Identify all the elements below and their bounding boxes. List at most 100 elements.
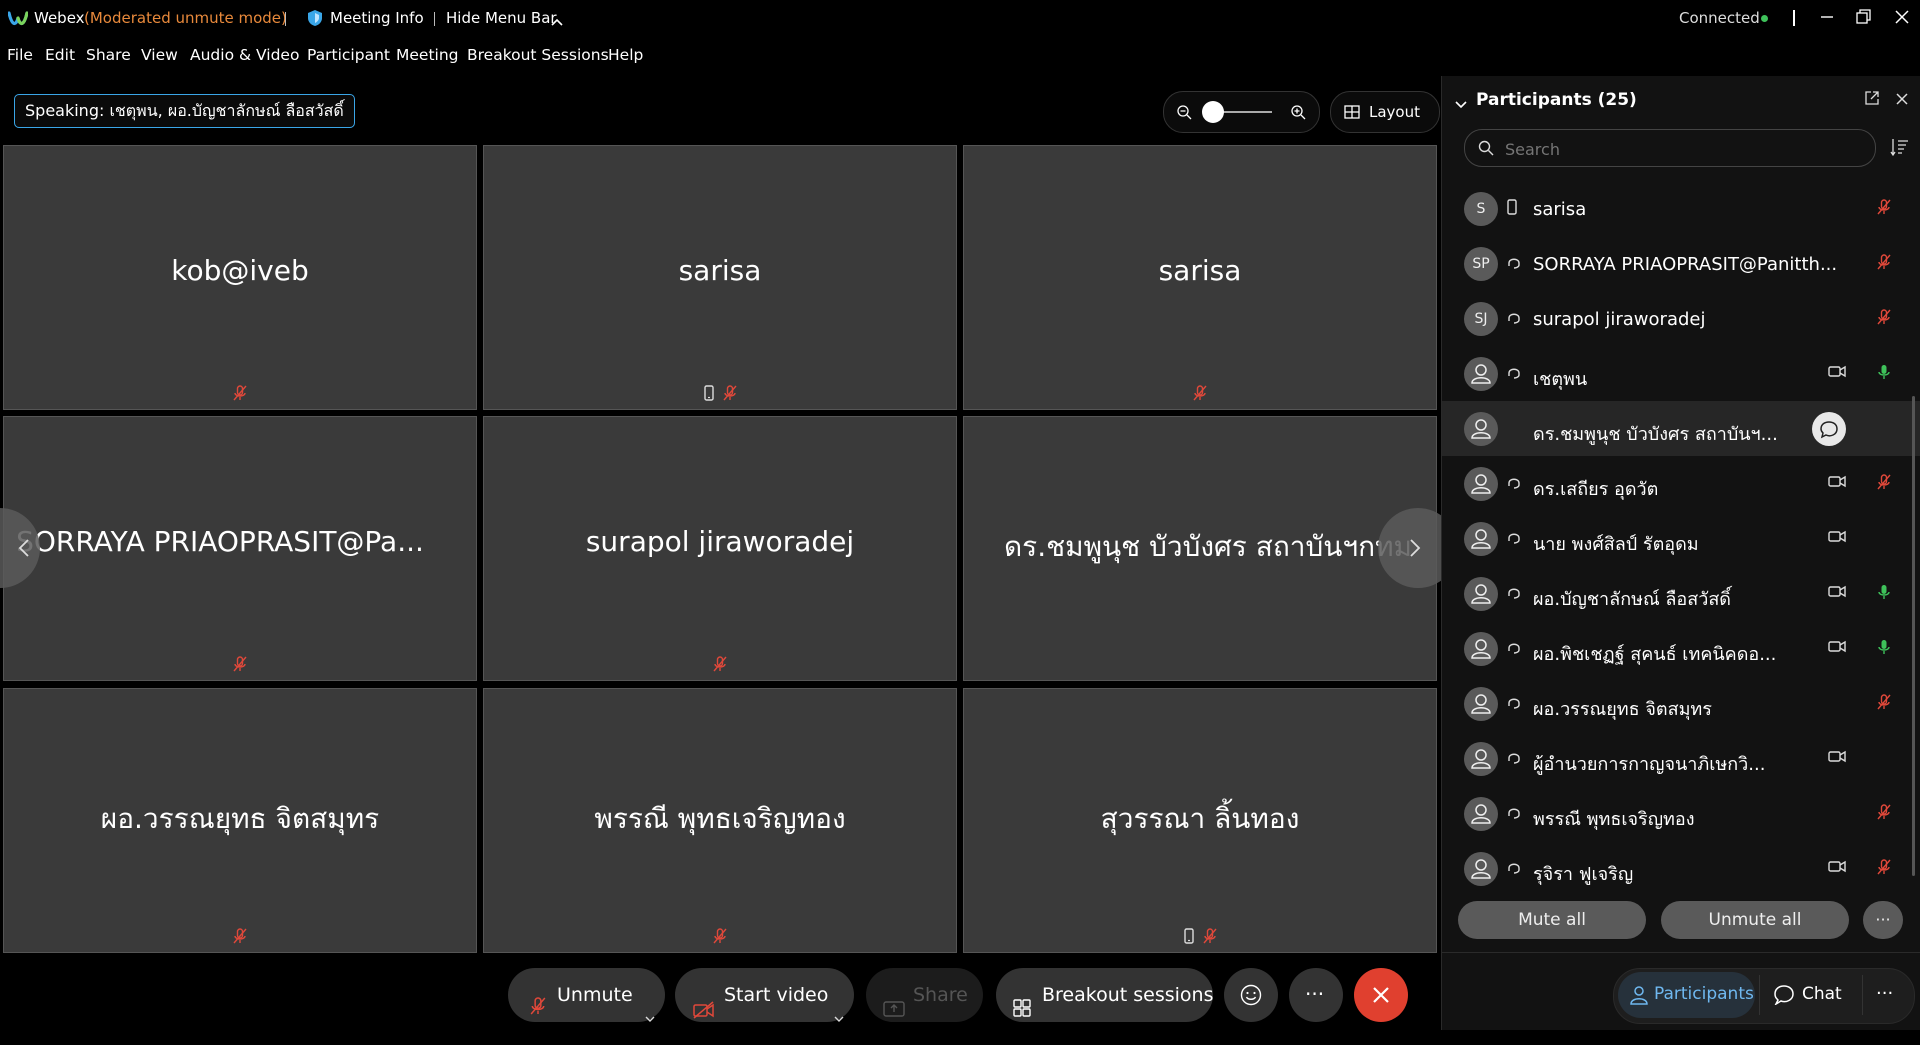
participant-name: ผอ.วรรณยุทธ จิตสมุทร [1533,699,1712,720]
start-video-label: Start video [724,984,829,1006]
shield-icon [307,9,323,31]
headset-audio-icon [1506,364,1522,384]
breakout-sessions-button[interactable]: Breakout sessions [996,968,1213,1022]
participant-row[interactable]: ดร.ชมพูนุช บัวบังศร สถาบันฯ... [1442,401,1920,456]
participants-panel: Participants (25) S sarisa SP SORRAYA PR… [1441,76,1920,1030]
connection-status: Connected [1679,9,1760,27]
mic-muted-icon[interactable] [1877,253,1891,275]
tile-name: sarisa [678,254,762,287]
video-tile[interactable]: surapol jiraworadej [483,416,957,681]
video-tile[interactable]: ผอ.วรรณยุทธ จิตสมุทร [3,688,477,953]
video-tile[interactable]: SORRAYA PRIAOPRASIT@Pa... [3,416,477,681]
participant-row[interactable]: นาย พงศ์สิลป์ รัตอุดม [1442,511,1904,566]
mic-muted-icon[interactable] [1877,693,1891,715]
person-avatar-icon [1464,742,1498,776]
tile-name: ดร.ชมพูนุช บัวบังศร สถาบันฯกทม [1004,530,1413,563]
end-call-button[interactable] [1354,968,1408,1022]
unmute-all-button[interactable]: Unmute all [1661,901,1849,939]
video-tile[interactable]: ดร.ชมพูนุช บัวบังศร สถาบันฯกทม [963,416,1437,681]
chevron-down-icon[interactable] [645,991,655,1045]
menu-share[interactable]: Share [86,46,131,64]
mute-all-button[interactable]: Mute all [1458,901,1646,939]
unmute-button[interactable]: Unmute [508,968,665,1022]
participant-row[interactable]: SJ surapol jiraworadej [1442,291,1904,346]
tab-participants[interactable]: Participants [1618,972,1755,1018]
participant-name: ดร.เสถียร อุดวัต [1533,479,1659,500]
menu-meeting[interactable]: Meeting [396,46,459,64]
participant-row[interactable]: ดร.เสถียร อุดวัต [1442,456,1904,511]
collapse-chevron-icon[interactable] [1455,95,1467,114]
participant-row[interactable]: ผอ.พิชเชฏฐ์ สุคนธ์ เทคนิคดอ... [1442,621,1904,676]
minimize-icon[interactable] [1818,8,1836,30]
zoom-out-icon[interactable] [1176,104,1192,124]
video-camera-icon [1828,583,1846,603]
mic-muted-icon[interactable] [1877,473,1891,495]
menu-breakout-sessions[interactable]: Breakout Sessions [467,46,609,64]
headset-audio-icon [1506,529,1522,549]
more-options-button[interactable]: ··· [1863,901,1903,939]
participant-row[interactable]: S sarisa [1442,181,1904,236]
reactions-button[interactable] [1224,968,1278,1022]
mic-muted-icon [233,656,247,674]
mic-on-icon[interactable] [1877,363,1891,385]
tab-chat[interactable]: Chat [1763,972,1858,1018]
chevron-left-icon [18,538,30,562]
participant-row[interactable]: เชตุพน [1442,346,1904,401]
participant-row[interactable]: พรรณี พุทธเจริญทอง [1442,786,1904,841]
mic-muted-icon [1193,385,1207,403]
more-panels-button[interactable]: ··· [1866,972,1910,1018]
hide-menu-bar-button[interactable]: Hide Menu Bar [446,9,557,27]
mic-on-icon[interactable] [1877,638,1891,660]
layout-button[interactable]: Layout [1330,91,1440,133]
mic-muted-icon[interactable] [1877,803,1891,825]
pop-out-icon[interactable] [1864,90,1880,110]
people-icon [1629,985,1649,1009]
menu-participant[interactable]: Participant [307,46,390,64]
scrollbar-thumb[interactable] [1912,396,1915,876]
share-icon [883,985,905,1039]
chat-bubble-icon[interactable] [1812,412,1846,446]
meeting-info-button[interactable]: Meeting Info [330,9,424,27]
video-tile[interactable]: พรรณี พุทธเจริญทอง [483,688,957,953]
restore-icon[interactable] [1854,8,1872,30]
participant-row[interactable]: ผอ.บัญชาลักษณ์ ลือสวัสดิ์ [1442,566,1904,621]
zoom-slider-thumb[interactable] [1202,101,1224,123]
more-actions-button[interactable]: ··· [1289,968,1343,1022]
mic-on-icon[interactable] [1877,583,1891,605]
zoom-in-icon[interactable] [1290,104,1306,124]
chevron-down-icon[interactable] [834,991,844,1045]
participant-name: sarisa [1533,199,1587,220]
menu-file[interactable]: File [7,46,33,64]
mic-muted-icon[interactable] [1877,858,1891,880]
menu-audio-video[interactable]: Audio & Video [190,46,299,64]
mic-muted-icon[interactable] [1877,198,1891,220]
mobile-device-icon [1183,928,1195,946]
share-button[interactable]: Share [866,968,983,1022]
chevron-right-icon [1409,538,1421,562]
participant-row[interactable]: ผู้อำนวยการกาญจนาภิเษกวิ... [1442,731,1904,786]
menu-edit[interactable]: Edit [45,46,75,64]
video-tile[interactable]: kob@iveb [3,145,477,410]
webex-logo-icon [7,10,29,32]
video-camera-icon [1828,473,1846,493]
mic-muted-icon[interactable] [1877,308,1891,330]
participant-row[interactable]: รุจิรา ฟูเจริญ [1442,841,1904,896]
divider [1759,975,1760,1015]
search-field[interactable] [1464,129,1876,167]
participant-row[interactable]: ผอ.วรรณยุทธ จิตสมุทร [1442,676,1904,731]
menu-view[interactable]: View [141,46,178,64]
start-video-button[interactable]: Start video [675,968,854,1022]
chevron-up-icon[interactable] [551,12,563,31]
divider [285,12,286,26]
menu-help[interactable]: Help [608,46,643,64]
person-avatar-icon [1464,632,1498,666]
sort-list-icon[interactable] [1890,137,1910,161]
video-tile[interactable]: สุวรรณา ลิ้นทอง [963,688,1437,953]
video-tile[interactable]: sarisa [963,145,1437,410]
close-panel-icon[interactable] [1895,91,1909,110]
participant-row[interactable]: SP SORRAYA PRIAOPRASIT@Panitth... [1442,236,1904,291]
video-tile[interactable]: sarisa [483,145,957,410]
more-dots-icon: ··· [1305,982,1325,1006]
search-input[interactable] [1503,137,1847,161]
close-window-icon[interactable] [1893,8,1911,30]
